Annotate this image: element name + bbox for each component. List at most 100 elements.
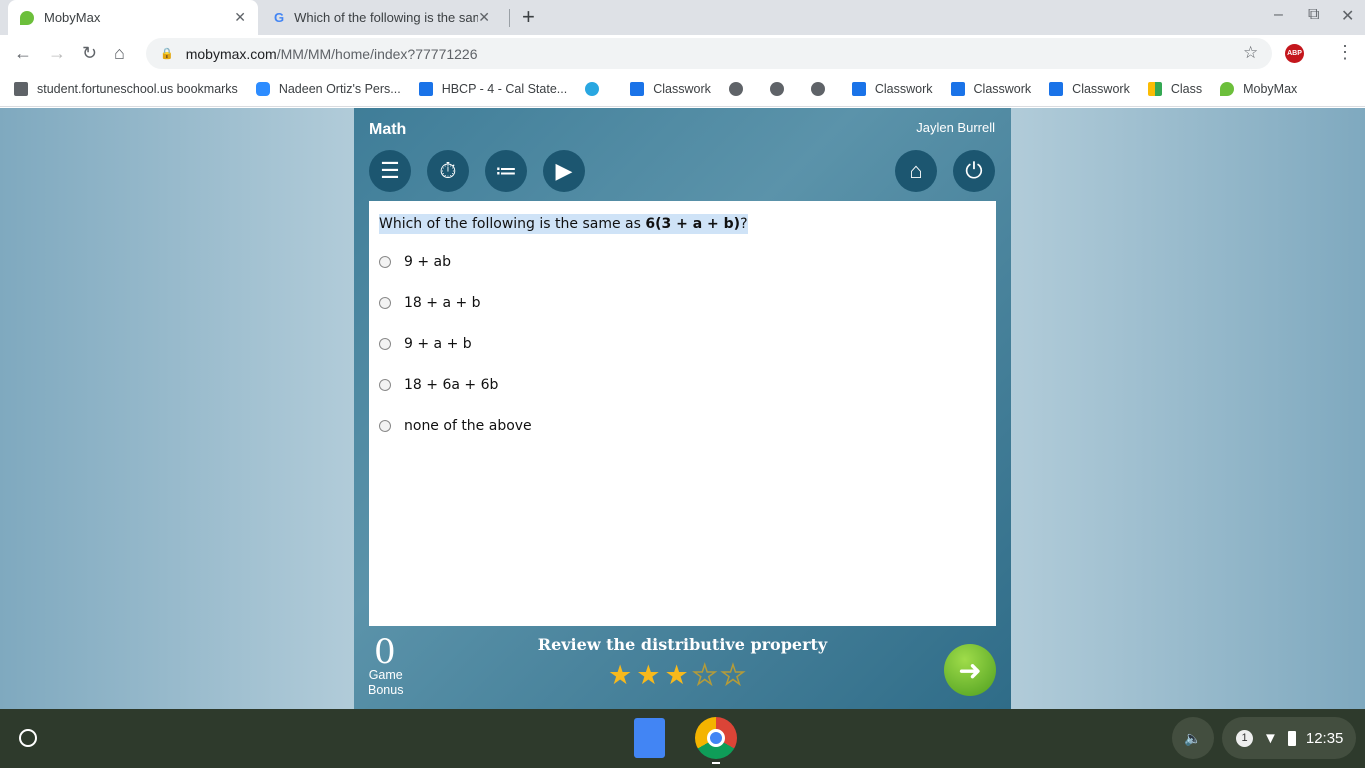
question-panel: Which of the following is the same as 6(…	[369, 201, 996, 626]
star-rating: ★ ★ ★ ★ ★	[608, 659, 746, 691]
next-button[interactable]: ➜	[944, 644, 996, 696]
bookmark-item[interactable]: Classwork	[950, 82, 1032, 96]
bookmark-item[interactable]	[769, 82, 793, 96]
wifi-icon: ▼	[1263, 729, 1278, 747]
mobymax-app: Math Jaylen Burrell ☰ ⏱ ≔ ▶ ⌂ ⏻ Which of…	[354, 108, 1011, 709]
page-background: Math Jaylen Burrell ☰ ⏱ ≔ ▶ ⌂ ⏻ Which of…	[0, 108, 1365, 709]
bookmark-label: HBCP - 4 - Cal State...	[441, 82, 568, 96]
mobymax-icon	[1220, 82, 1235, 96]
radio-button[interactable]	[379, 256, 391, 268]
video-camera-icon: ▶	[555, 158, 573, 183]
close-tab-icon[interactable]: ✕	[234, 9, 246, 26]
tab-strip: MobyMax ✕ G Which of the following is th…	[0, 0, 1365, 35]
game-bonus-label: Game Bonus	[368, 668, 403, 698]
tab-mobymax[interactable]: MobyMax ✕	[8, 0, 258, 35]
audio-icon[interactable]: 🔈	[1172, 717, 1214, 759]
kebab-menu-icon[interactable]: ⋮	[1336, 42, 1354, 63]
radio-button[interactable]	[379, 379, 391, 391]
bookmark-item[interactable]: Classwork	[630, 82, 711, 96]
bookmark-item[interactable]: HBCP - 4 - Cal State...	[418, 82, 568, 96]
review-topic: Review the distributive property	[537, 635, 828, 654]
bookmarks-bar: student.fortuneschool.us bookmarks Nadee…	[0, 72, 1365, 107]
star-filled-icon: ★	[608, 660, 633, 690]
launcher-icon[interactable]	[19, 729, 37, 747]
google-docs-icon[interactable]	[634, 718, 665, 758]
timer-button[interactable]: ⏱	[427, 150, 469, 192]
bookmark-star-icon[interactable]: ☆	[1243, 43, 1258, 63]
answer-option[interactable]: 18 + 6a + 6b	[379, 377, 498, 393]
answer-option[interactable]: 18 + a + b	[379, 295, 481, 311]
classroom-icon	[418, 82, 433, 96]
question-prefix: Which of the following is the same as	[379, 216, 646, 232]
new-tab-button[interactable]: +	[522, 4, 535, 30]
radio-button[interactable]	[379, 297, 391, 309]
home-icon[interactable]: ⌂	[114, 43, 125, 64]
answer-option[interactable]: 9 + a + b	[379, 336, 472, 352]
bookmark-label: MobyMax	[1243, 82, 1298, 96]
bookmark-item[interactable]	[810, 82, 834, 96]
status-tray[interactable]: 1 ▼ 12:35	[1222, 717, 1356, 759]
star-filled-icon: ★	[636, 660, 661, 690]
adblock-icon[interactable]: ABP	[1285, 44, 1304, 63]
bookmark-label: Classwork	[653, 82, 711, 96]
bookmark-label: Classwork	[973, 82, 1032, 96]
forward-icon[interactable]: →	[48, 43, 66, 64]
bookmark-label: Nadeen Ortiz's Pers...	[278, 82, 401, 96]
list-button[interactable]: ≔	[485, 150, 527, 192]
option-label: 18 + 6a + 6b	[404, 377, 499, 393]
address-bar[interactable]: 🔒 mobymax.com/MM/MM/home/index?77771226	[146, 38, 1272, 69]
list-icon: ≔	[495, 158, 517, 183]
question-suffix: ?	[740, 216, 748, 232]
radio-button[interactable]	[379, 338, 391, 350]
reload-icon[interactable]: ↻	[82, 43, 97, 64]
minimize-icon[interactable]: ‒	[1274, 6, 1283, 24]
globe-icon	[810, 82, 825, 96]
video-button[interactable]: ▶	[543, 150, 585, 192]
option-label: 9 + a + b	[404, 336, 472, 352]
answer-option[interactable]: 9 + ab	[379, 254, 451, 270]
star-filled-icon: ★	[664, 660, 689, 690]
bookmark-label: student.fortuneschool.us bookmarks	[37, 82, 238, 96]
close-tab-icon[interactable]: ✕	[478, 9, 490, 26]
bookmark-item[interactable]: Classwork	[1049, 82, 1130, 96]
url-path: /MM/MM/home/index?77771226	[276, 45, 478, 62]
globe-icon	[769, 82, 784, 96]
bookmark-item[interactable]	[728, 82, 752, 96]
window-close-icon[interactable]: ✕	[1341, 6, 1354, 26]
menu-button[interactable]: ☰	[369, 150, 411, 192]
home-button[interactable]: ⌂	[895, 150, 937, 192]
bookmark-item[interactable]: Class	[1147, 82, 1202, 96]
classroom-icon	[851, 82, 866, 96]
bookmark-item[interactable]: MobyMax	[1220, 82, 1297, 96]
bookmark-label: Classwork	[874, 82, 933, 96]
browser-toolbar: ← → ↻ ⌂ 🔒 mobymax.com/MM/MM/home/index?7…	[0, 35, 1365, 72]
house-icon: ⌂	[909, 158, 923, 183]
bookmark-item[interactable]: student.fortuneschool.us bookmarks	[14, 82, 238, 96]
power-button[interactable]: ⏻	[953, 150, 995, 192]
classroom-icon	[950, 82, 965, 96]
hamburger-icon: ☰	[380, 158, 400, 183]
radio-button[interactable]	[379, 420, 391, 432]
tab-divider	[509, 9, 510, 27]
bonus-label-line2: Bonus	[368, 683, 404, 697]
classroom-icon	[630, 82, 645, 96]
os-shelf: 🔈 1 ▼ 12:35	[0, 709, 1365, 768]
folder-icon	[14, 82, 28, 96]
url-host: mobymax.com	[185, 45, 277, 62]
restore-icon[interactable]: ⧉	[1308, 6, 1319, 24]
option-label: 18 + a + b	[404, 295, 481, 311]
bookmark-item[interactable]: Nadeen Ortiz's Pers...	[255, 82, 401, 96]
bookmark-item[interactable]: Classwork	[851, 82, 933, 96]
bookmark-label: Classwork	[1072, 82, 1130, 96]
back-icon[interactable]: ←	[14, 43, 32, 64]
tab-title: MobyMax	[44, 10, 101, 25]
answer-option[interactable]: none of the above	[379, 418, 532, 434]
user-name: Jaylen Burrell	[916, 120, 995, 135]
running-indicator	[712, 762, 720, 764]
question-expression: 6(3 + a + b)	[645, 216, 741, 232]
bookmark-item[interactable]	[585, 82, 608, 96]
star-empty-icon: ★	[692, 659, 718, 691]
chrome-icon[interactable]	[695, 717, 737, 759]
stopwatch-icon: ⏱	[439, 158, 457, 183]
tab-google[interactable]: G Which of the following is the same as …	[262, 0, 502, 35]
